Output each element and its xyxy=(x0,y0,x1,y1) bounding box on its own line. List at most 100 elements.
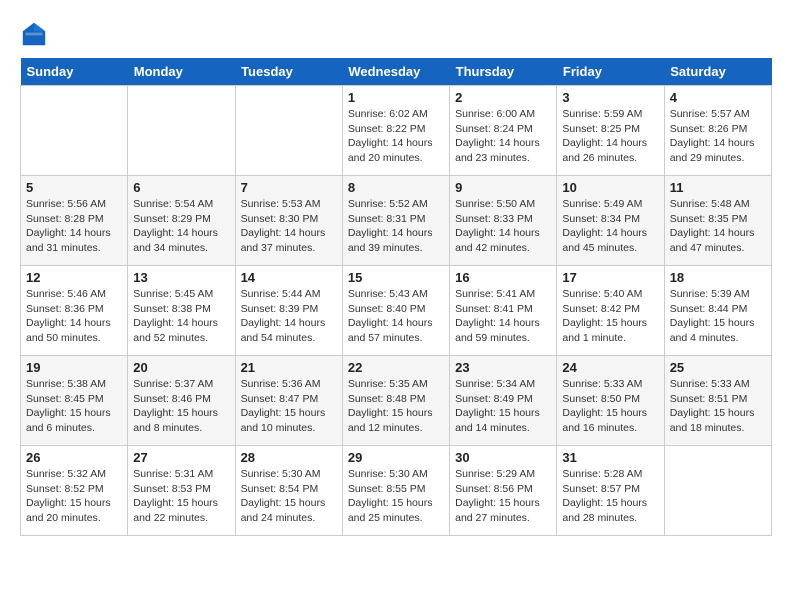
day-cell: 2 Sunrise: 6:00 AM Sunset: 8:24 PM Daylig… xyxy=(450,86,557,176)
week-row-1: 1 Sunrise: 6:02 AM Sunset: 8:22 PM Daylig… xyxy=(21,86,772,176)
week-row-2: 5 Sunrise: 5:56 AM Sunset: 8:28 PM Daylig… xyxy=(21,176,772,266)
day-info: Sunrise: 5:34 AM Sunset: 8:49 PM Dayligh… xyxy=(455,377,551,436)
day-number: 7 xyxy=(241,180,337,195)
day-cell: 24 Sunrise: 5:33 AM Sunset: 8:50 PM Dayli… xyxy=(557,356,664,446)
week-row-4: 19Sunrise: 5:38 AM Sunset: 8:45 PM Dayli… xyxy=(21,356,772,446)
day-number: 12 xyxy=(26,270,122,285)
day-number: 17 xyxy=(562,270,658,285)
day-header-thursday: Thursday xyxy=(450,58,557,86)
day-number: 21 xyxy=(241,360,337,375)
day-cell: 25Sunrise: 5:33 AM Sunset: 8:51 PM Dayli… xyxy=(664,356,771,446)
day-cell: 31 Sunrise: 5:28 AM Sunset: 8:57 PM Dayli… xyxy=(557,446,664,536)
day-info: Sunrise: 5:46 AM Sunset: 8:36 PM Dayligh… xyxy=(26,287,122,346)
day-number: 15 xyxy=(348,270,444,285)
day-number: 11 xyxy=(670,180,766,195)
day-cell: 18 Sunrise: 5:39 AM Sunset: 8:44 PM Dayli… xyxy=(664,266,771,356)
day-number: 26 xyxy=(26,450,122,465)
day-cell xyxy=(235,86,342,176)
day-info: Sunrise: 5:44 AM Sunset: 8:39 PM Dayligh… xyxy=(241,287,337,346)
day-number: 6 xyxy=(133,180,229,195)
day-number: 30 xyxy=(455,450,551,465)
week-row-5: 26 Sunrise: 5:32 AM Sunset: 8:52 PM Dayli… xyxy=(21,446,772,536)
day-info: Sunrise: 5:43 AM Sunset: 8:40 PM Dayligh… xyxy=(348,287,444,346)
day-cell: 3 Sunrise: 5:59 AM Sunset: 8:25 PM Daylig… xyxy=(557,86,664,176)
day-info: Sunrise: 5:31 AM Sunset: 8:53 PM Dayligh… xyxy=(133,467,229,526)
day-info: Sunrise: 5:48 AM Sunset: 8:35 PM Dayligh… xyxy=(670,197,766,256)
day-number: 24 xyxy=(562,360,658,375)
logo xyxy=(20,20,52,48)
day-info: Sunrise: 5:35 AM Sunset: 8:48 PM Dayligh… xyxy=(348,377,444,436)
day-cell: 13 Sunrise: 5:45 AM Sunset: 8:38 PM Dayli… xyxy=(128,266,235,356)
day-info: Sunrise: 5:37 AM Sunset: 8:46 PM Dayligh… xyxy=(133,377,229,436)
day-info: Sunrise: 5:45 AM Sunset: 8:38 PM Dayligh… xyxy=(133,287,229,346)
day-number: 22 xyxy=(348,360,444,375)
day-cell: 22 Sunrise: 5:35 AM Sunset: 8:48 PM Dayli… xyxy=(342,356,449,446)
header-row: SundayMondayTuesdayWednesdayThursdayFrid… xyxy=(21,58,772,86)
day-cell: 29 Sunrise: 5:30 AM Sunset: 8:55 PM Dayli… xyxy=(342,446,449,536)
day-number: 23 xyxy=(455,360,551,375)
day-number: 5 xyxy=(26,180,122,195)
day-info: Sunrise: 6:02 AM Sunset: 8:22 PM Dayligh… xyxy=(348,107,444,166)
logo-icon xyxy=(20,20,48,48)
day-number: 10 xyxy=(562,180,658,195)
day-number: 19 xyxy=(26,360,122,375)
day-cell: 15 Sunrise: 5:43 AM Sunset: 8:40 PM Dayli… xyxy=(342,266,449,356)
day-info: Sunrise: 5:29 AM Sunset: 8:56 PM Dayligh… xyxy=(455,467,551,526)
day-cell: 28 Sunrise: 5:30 AM Sunset: 8:54 PM Dayli… xyxy=(235,446,342,536)
day-number: 29 xyxy=(348,450,444,465)
day-info: Sunrise: 5:39 AM Sunset: 8:44 PM Dayligh… xyxy=(670,287,766,346)
day-number: 16 xyxy=(455,270,551,285)
day-cell: 23 Sunrise: 5:34 AM Sunset: 8:49 PM Dayli… xyxy=(450,356,557,446)
day-cell: 17 Sunrise: 5:40 AM Sunset: 8:42 PM Dayli… xyxy=(557,266,664,356)
day-number: 27 xyxy=(133,450,229,465)
day-cell: 27 Sunrise: 5:31 AM Sunset: 8:53 PM Dayli… xyxy=(128,446,235,536)
day-info: Sunrise: 5:53 AM Sunset: 8:30 PM Dayligh… xyxy=(241,197,337,256)
day-number: 31 xyxy=(562,450,658,465)
day-header-friday: Friday xyxy=(557,58,664,86)
day-info: Sunrise: 5:28 AM Sunset: 8:57 PM Dayligh… xyxy=(562,467,658,526)
day-number: 18 xyxy=(670,270,766,285)
day-cell: 20 Sunrise: 5:37 AM Sunset: 8:46 PM Dayli… xyxy=(128,356,235,446)
day-cell: 26 Sunrise: 5:32 AM Sunset: 8:52 PM Dayli… xyxy=(21,446,128,536)
day-number: 13 xyxy=(133,270,229,285)
day-cell: 8 Sunrise: 5:52 AM Sunset: 8:31 PM Daylig… xyxy=(342,176,449,266)
day-info: Sunrise: 5:59 AM Sunset: 8:25 PM Dayligh… xyxy=(562,107,658,166)
day-info: Sunrise: 5:56 AM Sunset: 8:28 PM Dayligh… xyxy=(26,197,122,256)
day-info: Sunrise: 5:30 AM Sunset: 8:55 PM Dayligh… xyxy=(348,467,444,526)
day-cell xyxy=(21,86,128,176)
day-number: 1 xyxy=(348,90,444,105)
day-info: Sunrise: 5:52 AM Sunset: 8:31 PM Dayligh… xyxy=(348,197,444,256)
day-info: Sunrise: 5:30 AM Sunset: 8:54 PM Dayligh… xyxy=(241,467,337,526)
day-number: 4 xyxy=(670,90,766,105)
day-info: Sunrise: 5:54 AM Sunset: 8:29 PM Dayligh… xyxy=(133,197,229,256)
day-cell: 30 Sunrise: 5:29 AM Sunset: 8:56 PM Dayli… xyxy=(450,446,557,536)
day-info: Sunrise: 5:32 AM Sunset: 8:52 PM Dayligh… xyxy=(26,467,122,526)
day-number: 8 xyxy=(348,180,444,195)
day-header-monday: Monday xyxy=(128,58,235,86)
day-cell: 6 Sunrise: 5:54 AM Sunset: 8:29 PM Daylig… xyxy=(128,176,235,266)
day-info: Sunrise: 6:00 AM Sunset: 8:24 PM Dayligh… xyxy=(455,107,551,166)
day-number: 25 xyxy=(670,360,766,375)
day-number: 14 xyxy=(241,270,337,285)
day-info: Sunrise: 5:57 AM Sunset: 8:26 PM Dayligh… xyxy=(670,107,766,166)
day-number: 3 xyxy=(562,90,658,105)
day-cell: 16Sunrise: 5:41 AM Sunset: 8:41 PM Dayli… xyxy=(450,266,557,356)
day-cell: 7 Sunrise: 5:53 AM Sunset: 8:30 PM Daylig… xyxy=(235,176,342,266)
day-number: 20 xyxy=(133,360,229,375)
header xyxy=(20,20,772,48)
day-cell: 12 Sunrise: 5:46 AM Sunset: 8:36 PM Dayli… xyxy=(21,266,128,356)
day-number: 28 xyxy=(241,450,337,465)
day-number: 2 xyxy=(455,90,551,105)
day-info: Sunrise: 5:40 AM Sunset: 8:42 PM Dayligh… xyxy=(562,287,658,346)
day-info: Sunrise: 5:50 AM Sunset: 8:33 PM Dayligh… xyxy=(455,197,551,256)
day-number: 9 xyxy=(455,180,551,195)
day-cell: 14 Sunrise: 5:44 AM Sunset: 8:39 PM Dayli… xyxy=(235,266,342,356)
day-cell xyxy=(128,86,235,176)
week-row-3: 12 Sunrise: 5:46 AM Sunset: 8:36 PM Dayli… xyxy=(21,266,772,356)
day-header-tuesday: Tuesday xyxy=(235,58,342,86)
day-info: Sunrise: 5:33 AM Sunset: 8:50 PM Dayligh… xyxy=(562,377,658,436)
day-cell: 10Sunrise: 5:49 AM Sunset: 8:34 PM Dayli… xyxy=(557,176,664,266)
day-cell: 11 Sunrise: 5:48 AM Sunset: 8:35 PM Dayli… xyxy=(664,176,771,266)
day-info: Sunrise: 5:36 AM Sunset: 8:47 PM Dayligh… xyxy=(241,377,337,436)
day-cell: 4 Sunrise: 5:57 AM Sunset: 8:26 PM Daylig… xyxy=(664,86,771,176)
